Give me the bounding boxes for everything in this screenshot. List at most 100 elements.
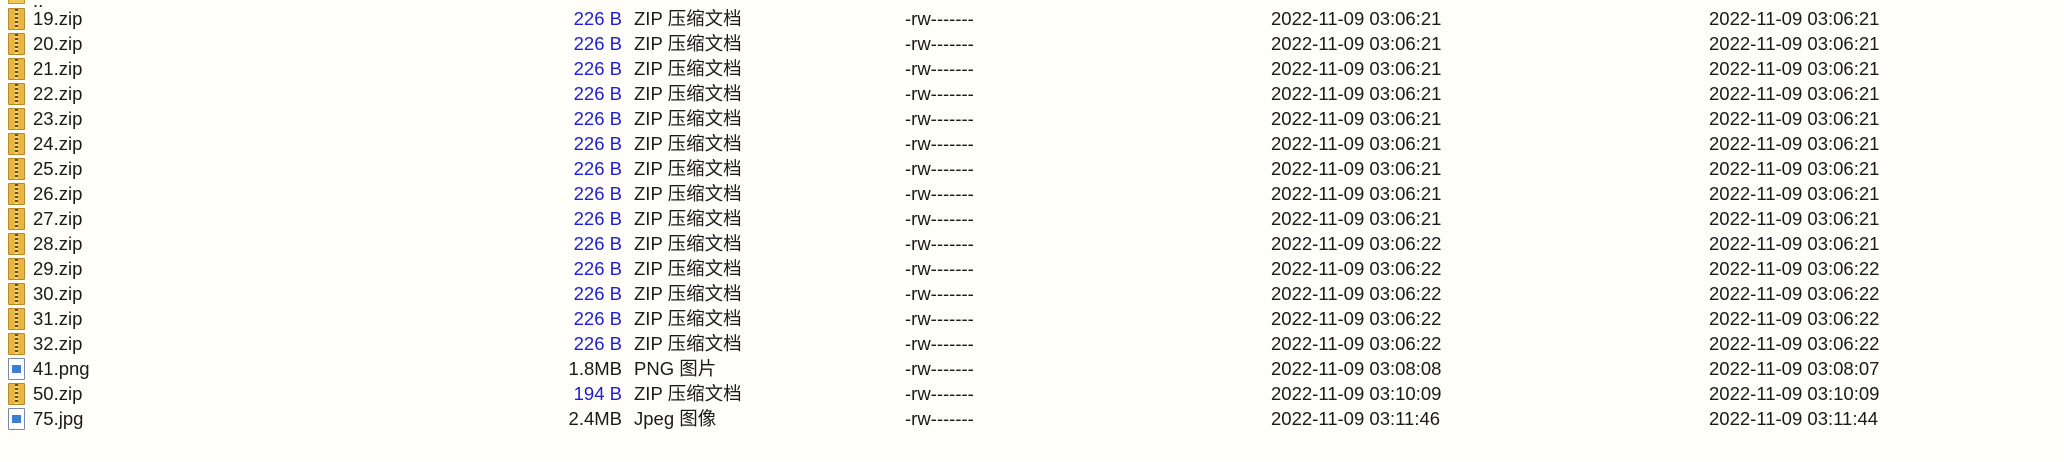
file-permissions: -rw-------: [905, 283, 974, 304]
file-modified-time: 2022-11-09 03:06:21: [1271, 183, 1442, 204]
zip-icon: [8, 8, 25, 30]
file-type: ZIP 压缩文档: [634, 383, 742, 404]
file-permissions: -rw-------: [905, 158, 974, 179]
file-type: ZIP 压缩文档: [634, 208, 742, 229]
file-accessed-time: 2022-11-09 03:06:21: [1709, 8, 1880, 29]
file-size: 226 B: [573, 8, 622, 29]
file-type: Jpeg 图像: [634, 408, 717, 429]
file-permissions: -rw-------: [905, 208, 974, 229]
zip-icon: [8, 58, 25, 80]
zip-icon: [8, 33, 25, 55]
file-row[interactable]: 25.zip 226 B ZIP 压缩文档 -rw------- 2022-11-09 …: [0, 156, 2064, 181]
file-permissions: -rw-------: [905, 233, 974, 254]
file-modified-time: 2022-11-09 03:06:21: [1271, 8, 1442, 29]
file-name: 26.zip: [33, 183, 83, 204]
file-row[interactable]: 20.zip 226 B ZIP 压缩文档 -rw------- 2022-11-09 …: [0, 31, 2064, 56]
file-row[interactable]: 75.jpg 2.4MB Jpeg 图像 -rw------- 2022-11-09 0…: [0, 406, 2064, 431]
file-type: ZIP 压缩文档: [634, 158, 742, 179]
file-name: 27.zip: [33, 208, 83, 229]
file-accessed-time: 2022-11-09 03:06:22: [1709, 258, 1880, 279]
file-modified-time: 2022-11-09 03:06:22: [1271, 283, 1442, 304]
file-size: 226 B: [573, 258, 622, 279]
file-name: 28.zip: [33, 233, 83, 254]
file-modified-time: 2022-11-09 03:06:22: [1271, 308, 1442, 329]
image-icon: [8, 408, 25, 430]
file-modified-time: 2022-11-09 03:06:22: [1271, 258, 1442, 279]
file-permissions: -rw-------: [905, 358, 974, 379]
file-type: ZIP 压缩文档: [634, 283, 742, 304]
file-modified-time: 2022-11-09 03:11:46: [1271, 408, 1441, 429]
file-accessed-time: 2022-11-09 03:08:07: [1709, 358, 1880, 379]
file-accessed-time: 2022-11-09 03:06:21: [1709, 158, 1880, 179]
file-row[interactable]: 32.zip 226 B ZIP 压缩文档 -rw------- 2022-11-09 …: [0, 331, 2064, 356]
file-name: 41.png: [33, 358, 90, 379]
file-size: 226 B: [573, 233, 622, 254]
file-permissions: -rw-------: [905, 33, 974, 54]
zip-icon: [8, 158, 25, 180]
file-row[interactable]: 28.zip 226 B ZIP 压缩文档 -rw------- 2022-11-09 …: [0, 231, 2064, 256]
zip-icon: [8, 108, 25, 130]
file-modified-time: 2022-11-09 03:08:08: [1271, 358, 1442, 379]
file-row[interactable]: 27.zip 226 B ZIP 压缩文档 -rw------- 2022-11-09 …: [0, 206, 2064, 231]
zip-icon: [8, 283, 25, 305]
file-permissions: -rw-------: [905, 108, 974, 129]
file-modified-time: 2022-11-09 03:06:22: [1271, 333, 1442, 354]
file-name: 22.zip: [33, 83, 83, 104]
file-accessed-time: 2022-11-09 03:06:21: [1709, 233, 1880, 254]
zip-icon: [8, 133, 25, 155]
file-row[interactable]: 22.zip 226 B ZIP 压缩文档 -rw------- 2022-11-09 …: [0, 81, 2064, 106]
file-modified-time: 2022-11-09 03:06:21: [1271, 33, 1442, 54]
file-permissions: -rw-------: [905, 308, 974, 329]
file-type: ZIP 压缩文档: [634, 333, 742, 354]
file-row[interactable]: 23.zip 226 B ZIP 压缩文档 -rw------- 2022-11-09 …: [0, 106, 2064, 131]
file-permissions: -rw-------: [905, 133, 974, 154]
zip-icon: [8, 308, 25, 330]
file-row[interactable]: 24.zip 226 B ZIP 压缩文档 -rw------- 2022-11-09 …: [0, 131, 2064, 156]
file-size: 194 B: [573, 383, 622, 404]
file-permissions: -rw-------: [905, 83, 974, 104]
zip-icon: [8, 233, 25, 255]
file-size: 226 B: [573, 333, 622, 354]
file-row[interactable]: 30.zip 226 B ZIP 压缩文档 -rw------- 2022-11-09 …: [0, 281, 2064, 306]
file-size: 226 B: [573, 33, 622, 54]
file-size: 226 B: [573, 283, 622, 304]
file-type: ZIP 压缩文档: [634, 33, 742, 54]
file-modified-time: 2022-11-09 03:06:21: [1271, 58, 1442, 79]
file-accessed-time: 2022-11-09 03:06:21: [1709, 83, 1880, 104]
file-row[interactable]: 41.png 1.8MB PNG 图片 -rw------- 2022-11-09 03…: [0, 356, 2064, 381]
zip-icon: [8, 383, 25, 405]
file-permissions: -rw-------: [905, 58, 974, 79]
file-modified-time: 2022-11-09 03:10:09: [1271, 383, 1442, 404]
file-name: 21.zip: [33, 58, 83, 79]
file-row[interactable]: 26.zip 226 B ZIP 压缩文档 -rw------- 2022-11-09 …: [0, 181, 2064, 206]
zip-icon: [8, 183, 25, 205]
file-row[interactable]: 29.zip 226 B ZIP 压缩文档 -rw------- 2022-11-09 …: [0, 256, 2064, 281]
file-row[interactable]: 31.zip 226 B ZIP 压缩文档 -rw------- 2022-11-09 …: [0, 306, 2064, 331]
file-name: 29.zip: [33, 258, 83, 279]
file-type: ZIP 压缩文档: [634, 133, 742, 154]
file-size: 1.8MB: [568, 358, 622, 379]
zip-icon: [8, 83, 25, 105]
zip-icon: [8, 333, 25, 355]
file-modified-time: 2022-11-09 03:06:21: [1271, 83, 1442, 104]
file-row[interactable]: 19.zip 226 B ZIP 压缩文档 -rw------- 2022-11-09 …: [0, 6, 2064, 31]
file-list: .. 19.zip 226 B ZIP 压缩文档 -rw------- 2022-11-…: [0, 0, 2064, 462]
file-type: ZIP 压缩文档: [634, 83, 742, 104]
file-permissions: -rw-------: [905, 8, 974, 29]
file-type: ZIP 压缩文档: [634, 308, 742, 329]
file-type: ZIP 压缩文档: [634, 58, 742, 79]
file-size: 2.4MB: [568, 408, 622, 429]
file-name: 30.zip: [33, 283, 83, 304]
file-type: PNG 图片: [634, 358, 717, 379]
file-accessed-time: 2022-11-09 03:06:22: [1709, 283, 1880, 304]
file-row[interactable]: 21.zip 226 B ZIP 压缩文档 -rw------- 2022-11-09 …: [0, 56, 2064, 81]
file-permissions: -rw-------: [905, 258, 974, 279]
file-accessed-time: 2022-11-09 03:06:21: [1709, 108, 1880, 129]
file-name: 25.zip: [33, 158, 83, 179]
file-accessed-time: 2022-11-09 03:06:21: [1709, 58, 1880, 79]
file-size: 226 B: [573, 158, 622, 179]
file-row[interactable]: 50.zip 194 B ZIP 压缩文档 -rw------- 2022-11-09 …: [0, 381, 2064, 406]
file-size: 226 B: [573, 108, 622, 129]
file-name: 19.zip: [33, 8, 83, 29]
file-accessed-time: 2022-11-09 03:06:21: [1709, 183, 1880, 204]
